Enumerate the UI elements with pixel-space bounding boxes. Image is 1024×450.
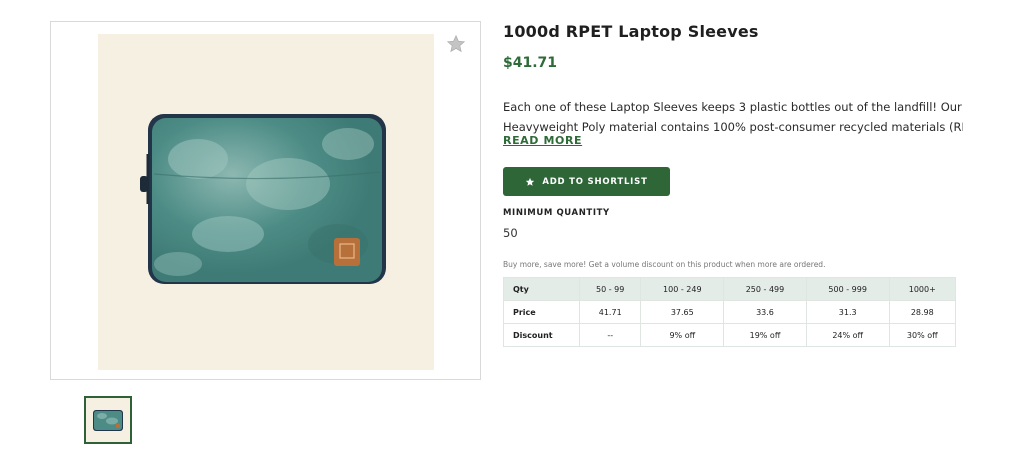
volume-pricing-table: Qty 50 - 99 100 - 249 250 - 499 500 - 99… [503, 277, 957, 347]
table-cell: 30% off [888, 323, 957, 347]
description-line: Each one of these Laptop Sleeves keeps 3… [503, 100, 963, 114]
table-cell: 41.71 [578, 300, 642, 324]
table-cell: 31.3 [805, 300, 890, 324]
star-icon [526, 177, 535, 186]
product-title: 1000d RPET Laptop Sleeves [503, 22, 759, 41]
minimum-quantity-value: 50 [503, 226, 518, 240]
table-cell: Discount [503, 323, 580, 347]
table-header-cell: 100 - 249 [640, 277, 725, 301]
table-header-cell: 500 - 999 [805, 277, 890, 301]
table-row: Price 41.71 37.65 33.6 31.3 28.98 [503, 300, 957, 324]
table-cell: 9% off [640, 323, 725, 347]
product-thumbnail[interactable] [84, 396, 132, 444]
table-header-cell: 1000+ [888, 277, 957, 301]
table-cell: 28.98 [888, 300, 957, 324]
table-header-cell: 50 - 99 [578, 277, 642, 301]
table-row: Discount -- 9% off 19% off 24% off 30% o… [503, 323, 957, 347]
table-cell: 19% off [723, 323, 807, 347]
product-price: $41.71 [503, 55, 558, 71]
add-to-shortlist-label: ADD TO SHORTLIST [542, 176, 648, 187]
read-more-link[interactable]: READ MORE [503, 134, 582, 147]
thumbnail-image [93, 410, 123, 431]
table-cell: 24% off [805, 323, 890, 347]
add-to-shortlist-button[interactable]: ADD TO SHORTLIST [503, 167, 670, 196]
star-icon[interactable] [446, 34, 466, 54]
table-cell: 33.6 [723, 300, 807, 324]
volume-discount-note: Buy more, save more! Get a volume discou… [503, 260, 826, 269]
table-cell: -- [578, 323, 642, 347]
laptop-sleeve-illustration [140, 114, 386, 284]
table-cell: Price [503, 300, 580, 324]
product-main-image[interactable] [98, 34, 434, 370]
table-header-row: Qty 50 - 99 100 - 249 250 - 499 500 - 99… [503, 277, 957, 301]
minimum-quantity-label: MINIMUM QUANTITY [503, 208, 610, 218]
table-header-cell: Qty [503, 277, 580, 301]
product-gallery [50, 21, 481, 380]
product-description: Each one of these Laptop Sleeves keeps 3… [503, 97, 963, 137]
table-cell: 37.65 [640, 300, 725, 324]
table-header-cell: 250 - 499 [723, 277, 807, 301]
